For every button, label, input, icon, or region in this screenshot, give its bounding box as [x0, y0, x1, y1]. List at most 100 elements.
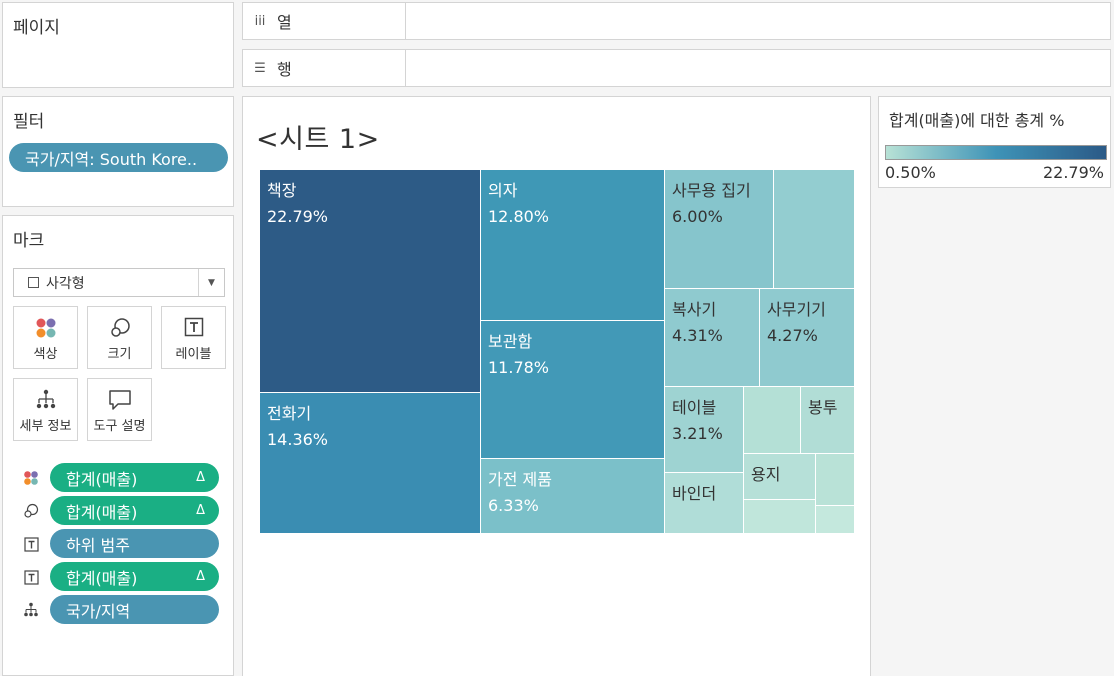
label-icon: [23, 569, 39, 585]
cell-category-label: 용지: [751, 465, 781, 484]
field-pill-label: 합계(매출): [66, 568, 138, 588]
field-pill-country[interactable]: 국가/지역: [50, 595, 219, 624]
cell-category-label: 복사기: [672, 300, 717, 319]
label-button[interactable]: 레이블: [161, 306, 226, 369]
cell-percent-label: 6.33%: [488, 496, 539, 515]
field-pill-label: 합계(매출): [66, 502, 138, 522]
mark-field-detail-country: 국가/지역: [23, 595, 223, 625]
field-pill-sum-sales[interactable]: 합계(매출) Δ: [50, 562, 219, 591]
treemap-cell[interactable]: [744, 500, 816, 534]
rows-label: 행: [277, 60, 292, 79]
cell-category-label: 의자: [488, 181, 518, 200]
color-icon: [14, 317, 77, 339]
filter-pill-country[interactable]: 국가/지역: South Kore..: [9, 143, 228, 172]
columns-icon: iii: [254, 13, 266, 29]
sheet-view: <시트 1> 책장 22.79% 전화기 14.36% 의자 12.80% 보관함 11.78…: [242, 96, 871, 676]
rows-shelf[interactable]: ☰ 행: [242, 49, 1111, 87]
legend-max-label: 22.79%: [1042, 163, 1104, 182]
label-button-label: 레이블: [175, 347, 212, 362]
treemap-cell[interactable]: 책장 22.79%: [260, 170, 481, 393]
sheet-title[interactable]: <시트 1>: [256, 117, 380, 156]
marks-title: 마크: [13, 231, 45, 251]
cell-percent-label: 22.79%: [267, 207, 329, 226]
legend-title: 합계(매출)에 대한 총계 %: [889, 111, 1065, 130]
chevron-down-icon[interactable]: ▼: [198, 269, 224, 296]
mark-type-label: 사각형: [46, 275, 85, 292]
cell-category-label: 가전 제품: [488, 470, 552, 489]
cell-category-label: 바인더: [672, 484, 717, 503]
cell-category-label: 보관함: [488, 332, 533, 351]
cell-category-label: 사무기기: [767, 300, 826, 319]
treemap-cell[interactable]: [774, 170, 855, 289]
cell-percent-label: 6.00%: [672, 207, 723, 226]
treemap-cell[interactable]: 가전 제품 6.33%: [481, 459, 665, 534]
treemap-cell[interactable]: 전화기 14.36%: [260, 393, 481, 534]
treemap-cell[interactable]: [744, 387, 801, 454]
columns-shelf[interactable]: iii 열: [242, 2, 1111, 40]
treemap-cell[interactable]: [816, 506, 855, 534]
size-icon: [88, 317, 151, 339]
treemap-cell[interactable]: 사무기기 4.27%: [760, 289, 855, 387]
pages-title: 페이지: [13, 18, 60, 38]
tooltip-button-label: 도구 설명: [93, 419, 146, 434]
treemap-cell[interactable]: 복사기 4.31%: [665, 289, 760, 387]
detail-icon: [23, 602, 39, 618]
treemap-cell[interactable]: 용지: [744, 454, 816, 500]
field-pill-sum-sales[interactable]: 합계(매출) Δ: [50, 463, 219, 492]
legend-min-label: 0.50%: [885, 163, 936, 182]
filters-title: 필터: [13, 112, 45, 132]
delta-icon: Δ: [196, 503, 205, 518]
cell-percent-label: 11.78%: [488, 358, 550, 377]
treemap-cell[interactable]: 바인더: [665, 473, 744, 534]
delta-icon: Δ: [196, 569, 205, 584]
size-icon: [23, 503, 39, 519]
field-pill-sum-sales[interactable]: 합계(매출) Δ: [50, 496, 219, 525]
tooltip-icon: [88, 389, 151, 411]
filters-panel[interactable]: 필터 국가/지역: South Kore..: [2, 96, 234, 207]
detail-button[interactable]: 세부 정보: [13, 378, 78, 441]
detail-icon: [14, 389, 77, 411]
cell-category-label: 사무용 집기: [672, 181, 751, 200]
treemap-cell[interactable]: 보관함 11.78%: [481, 321, 665, 459]
rows-icon: ☰: [254, 60, 266, 76]
color-button[interactable]: 색상: [13, 306, 78, 369]
pages-panel[interactable]: 페이지: [2, 2, 234, 88]
marks-panel: 마크 사각형 ▼ 색상 크기 레이블 세부 정보 도구 설명 합계(매출) Δ …: [2, 215, 234, 676]
mark-type-dropdown[interactable]: 사각형 ▼: [13, 268, 225, 297]
label-icon: [23, 536, 39, 552]
columns-label: 열: [277, 13, 292, 32]
mark-field-label-sales: 합계(매출) Δ: [23, 562, 223, 592]
cell-percent-label: 14.36%: [267, 430, 329, 449]
cell-category-label: 전화기: [267, 404, 312, 423]
treemap-cell[interactable]: 봉투: [801, 387, 855, 454]
cell-percent-label: 3.21%: [672, 424, 723, 443]
label-icon: [162, 317, 225, 337]
cell-percent-label: 4.27%: [767, 326, 818, 345]
treemap-cell[interactable]: 사무용 집기 6.00%: [665, 170, 774, 289]
color-button-label: 색상: [33, 347, 58, 362]
square-icon: [28, 277, 39, 288]
treemap-chart: 책장 22.79% 전화기 14.36% 의자 12.80% 보관함 11.78% 가전 제품 6…: [260, 170, 856, 534]
rows-shelf-label: ☰ 행: [243, 50, 406, 86]
field-pill-label: 합계(매출): [66, 469, 138, 489]
cell-percent-label: 12.80%: [488, 207, 550, 226]
color-icon: [23, 470, 39, 486]
detail-button-label: 세부 정보: [19, 419, 72, 434]
treemap-cell[interactable]: 의자 12.80%: [481, 170, 665, 321]
field-pill-subcategory[interactable]: 하위 범주: [50, 529, 219, 558]
color-legend[interactable]: 합계(매출)에 대한 총계 % 0.50% 22.79%: [878, 96, 1111, 188]
size-button-label: 크기: [107, 347, 132, 362]
tooltip-button[interactable]: 도구 설명: [87, 378, 152, 441]
cell-percent-label: 4.31%: [672, 326, 723, 345]
treemap-cell[interactable]: [816, 454, 855, 506]
cell-category-label: 봉투: [808, 398, 838, 417]
mark-field-color-sales: 합계(매출) Δ: [23, 463, 223, 493]
treemap-cell[interactable]: 테이블 3.21%: [665, 387, 744, 473]
mark-field-size-sales: 합계(매출) Δ: [23, 496, 223, 526]
cell-category-label: 책장: [267, 181, 297, 200]
field-pill-label: 하위 범주: [66, 535, 130, 555]
size-button[interactable]: 크기: [87, 306, 152, 369]
legend-gradient-bar: [885, 145, 1107, 160]
columns-shelf-label: iii 열: [243, 3, 406, 39]
delta-icon: Δ: [196, 470, 205, 485]
